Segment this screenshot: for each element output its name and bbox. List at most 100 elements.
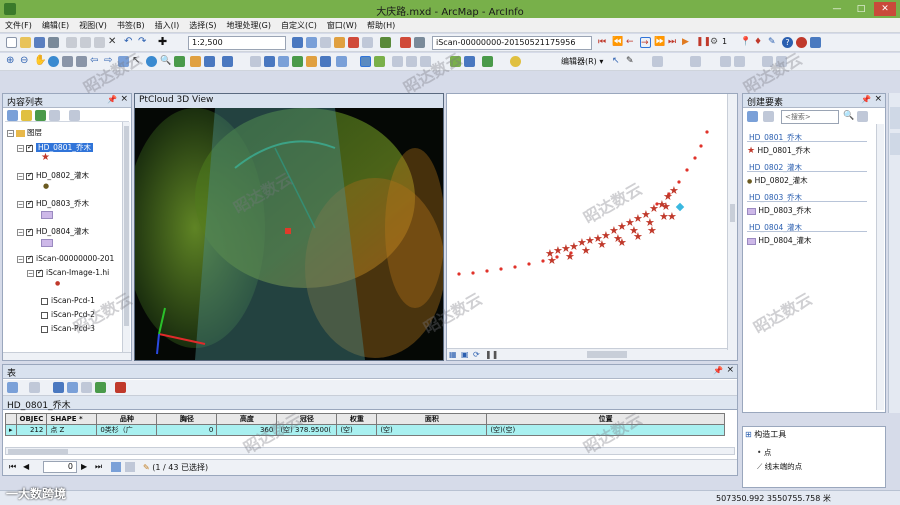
map-view[interactable]: ★ ★ ★ ★ ★ ★ ★ ★ ★ ★ ★ ★ ★ ★ ★ ★ ★ ★ ★ ★ ★ ★ ★ ★ ★ ★ ★ ★ ★ ★ ▦ … — [446, 93, 738, 361]
tree-features[interactable]: ★★★★ ★★★★ ★★★★ ★★★★ ★★ ★ ★ ★ ★★★ ★★★★ ★★ — [545, 184, 679, 267]
layer-visibility-checkbox[interactable] — [36, 268, 43, 277]
graph-icon[interactable] — [264, 56, 275, 67]
toc-layer-row[interactable]: − HD_0802_灌木 — [17, 170, 89, 181]
split-icon[interactable] — [720, 56, 731, 67]
menu-help[interactable]: 帮助(H) — [362, 18, 400, 33]
list-by-source-icon[interactable] — [21, 110, 32, 121]
search-dock-tab[interactable] — [890, 133, 900, 155]
toc-layer-row[interactable]: − HD_0803_乔木 — [17, 198, 89, 209]
table-cell[interactable]: 360 — [216, 424, 278, 436]
list-by-visibility-icon[interactable] — [35, 110, 46, 121]
table-options-icon[interactable] — [7, 382, 18, 393]
previous-record-icon[interactable]: ◀ — [23, 462, 29, 471]
save-icon[interactable] — [34, 37, 45, 48]
menu-edit[interactable]: 编辑(E) — [37, 18, 74, 33]
collapse-icon[interactable]: − — [17, 144, 24, 152]
new-document-icon[interactable] — [6, 37, 17, 48]
delete-icon[interactable]: ✕ — [108, 37, 119, 48]
switch-selection-icon[interactable] — [67, 382, 78, 393]
last-record-icon[interactable]: ⏭ — [95, 462, 102, 472]
attribute-table[interactable]: OBJEC SHAPE * 品种 胸径 高度 冠径 权重 面积 位置 ▸ 212… — [5, 413, 725, 436]
search-icon[interactable]: 🔍 — [843, 111, 854, 122]
column-header[interactable]: OBJEC — [15, 413, 48, 425]
map-vscrollbar[interactable] — [727, 94, 737, 350]
identify-icon[interactable] — [146, 56, 157, 67]
orbit-icon[interactable] — [420, 56, 431, 67]
point-cloud-canvas[interactable] — [135, 108, 443, 360]
redo-icon[interactable]: ↷ — [138, 37, 149, 48]
catalog-window-icon[interactable] — [320, 37, 331, 48]
zoom-out-icon[interactable]: ⊖ — [20, 56, 31, 67]
record-index-input[interactable]: 0 — [43, 461, 77, 473]
collapse-icon[interactable]: − — [17, 228, 24, 236]
forward-extent-icon[interactable]: ⇨ — [104, 56, 115, 67]
toc-root-row[interactable]: − 图层 — [7, 127, 42, 138]
layer-name[interactable]: HD_0804_灌木 — [36, 227, 89, 236]
create-features-scrollbar[interactable] — [876, 124, 884, 410]
layer-visibility-checkbox[interactable] — [26, 254, 33, 263]
layer-name[interactable]: iScan-Image-1.hi — [46, 268, 109, 277]
sketch-properties-icon[interactable] — [776, 56, 787, 67]
clear-selection-icon[interactable] — [81, 382, 92, 393]
edit-tool-icon[interactable]: ↖ — [612, 56, 623, 67]
model-builder-icon[interactable] — [380, 37, 391, 48]
editor-toolbar-icon[interactable] — [292, 37, 303, 48]
table-cell[interactable]: (空) 378.9500( — [276, 424, 338, 436]
attributes-icon[interactable] — [762, 56, 773, 67]
select-by-attributes-icon[interactable] — [53, 382, 64, 393]
toc-layer-row[interactable]: − iScan-Image-1.hi — [27, 268, 109, 277]
view-icon[interactable] — [763, 111, 774, 122]
layer-visibility-checkbox[interactable] — [26, 199, 33, 208]
layer-name[interactable]: HD_0802_灌木 — [36, 171, 89, 180]
toc-layer-row[interactable]: − HD_0804_灌木 — [17, 226, 89, 237]
create-viewer-icon[interactable] — [222, 56, 233, 67]
list-by-drawing-order-icon[interactable] — [7, 110, 18, 121]
table-cell[interactable]: (空) — [336, 424, 378, 436]
menu-geoprocessing[interactable]: 地理处理(G) — [222, 18, 276, 33]
feature-template-item[interactable]: ★ HD_0801_乔木 — [747, 145, 810, 156]
python-window-icon[interactable] — [362, 37, 373, 48]
zoom-in-icon[interactable]: ⊕ — [6, 56, 17, 67]
pause-drawing-icon[interactable]: ❚❚ — [485, 350, 498, 359]
tool-icon[interactable]: ✎ — [768, 37, 779, 48]
row-selector[interactable]: ▸ — [5, 424, 17, 436]
menu-customize[interactable]: 自定义(C) — [276, 18, 322, 33]
options-icon[interactable] — [69, 110, 80, 121]
iscan-dataset-combo[interactable]: iScan-00000000-20150521175956 — [432, 36, 592, 50]
first-record-icon[interactable]: ⏮ — [9, 462, 16, 472]
related-tables-icon[interactable] — [29, 382, 40, 393]
layer-visibility-checkbox[interactable] — [41, 297, 48, 305]
table-icon[interactable] — [250, 56, 261, 67]
first-frame-icon[interactable]: ⏮ — [598, 37, 609, 48]
organize-templates-icon[interactable] — [747, 111, 758, 122]
layer-name[interactable]: HD_0803_乔木 — [36, 199, 89, 208]
column-header[interactable]: 冠径 — [276, 413, 338, 425]
collapse-icon[interactable]: − — [7, 129, 14, 137]
pause-icon[interactable]: ❚❚ — [696, 37, 711, 48]
cut-icon[interactable] — [66, 37, 77, 48]
next-record-icon[interactable]: ▶ — [81, 462, 87, 471]
classify-icon[interactable] — [482, 56, 493, 67]
close-icon[interactable]: × — [874, 94, 882, 104]
layer-name[interactable]: HD_0801_乔木 — [36, 143, 94, 152]
point-cloud-tool-icon[interactable] — [400, 37, 411, 48]
print-icon[interactable] — [48, 37, 59, 48]
list-by-selection-icon[interactable] — [49, 110, 60, 121]
fly-icon[interactable] — [406, 56, 417, 67]
column-header[interactable]: 权重 — [336, 413, 378, 425]
marker-icon[interactable]: ♦ — [754, 37, 765, 48]
time-slider-icon[interactable] — [204, 56, 215, 67]
rotate-icon[interactable] — [734, 56, 745, 67]
sketch-icon[interactable] — [320, 56, 331, 67]
scroll-thumb[interactable] — [730, 204, 735, 222]
layout-icon[interactable] — [278, 56, 289, 67]
editor-menu[interactable]: 编辑器(R) ▾ — [558, 55, 606, 69]
data-view-icon[interactable]: ▦ — [449, 350, 457, 359]
zoom-to-selected-icon[interactable] — [95, 382, 106, 393]
layer-name[interactable]: iScan-00000000-201 — [36, 254, 114, 263]
maximize-button[interactable]: □ — [850, 2, 872, 16]
step-forward-icon[interactable]: → — [640, 37, 651, 48]
menu-windows[interactable]: 窗口(W) — [322, 18, 362, 33]
layer-name[interactable]: iScan-Pcd-2 — [51, 310, 95, 319]
show-all-records-icon[interactable] — [111, 462, 121, 472]
